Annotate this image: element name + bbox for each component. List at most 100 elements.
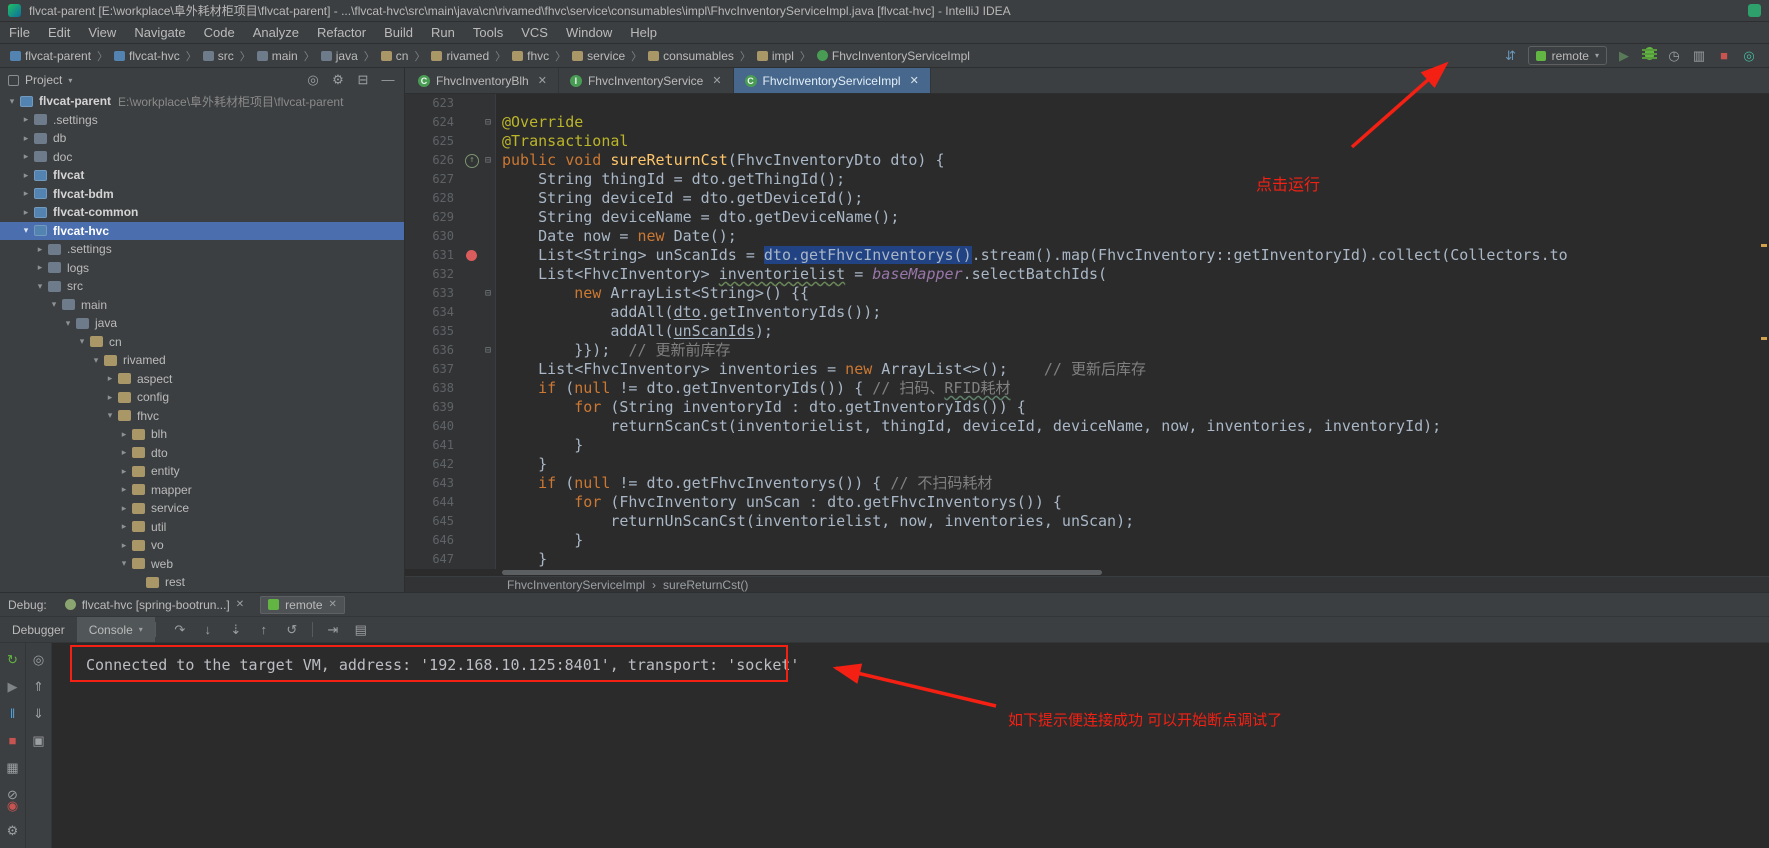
tree-item-flvcat[interactable]: ▸ flvcat [0, 166, 404, 185]
line-number[interactable]: 641 [405, 436, 463, 455]
line-number[interactable]: 647 [405, 550, 463, 569]
code-line-640[interactable]: 640 returnScanCst(inventorielist, thingI… [405, 417, 1769, 436]
tree-item-vo[interactable]: ▸ vo [0, 536, 404, 555]
tree-item-flvcat-common[interactable]: ▸ flvcat-common [0, 203, 404, 222]
tree-expanded-arrow[interactable]: ▾ [104, 410, 116, 421]
editor-tab-FhvcInventoryService[interactable]: I FhvcInventoryService ✕ [559, 68, 734, 93]
tree-collapsed-arrow[interactable]: ▸ [20, 188, 32, 199]
fold-marker[interactable]: ⊟ [481, 151, 496, 170]
tree-item-entity[interactable]: ▸ entity [0, 462, 404, 481]
code-line-638[interactable]: 638 if (null != dto.getInventoryIds()) {… [405, 379, 1769, 398]
code-line-629[interactable]: 629 String deviceName = dto.getDeviceNam… [405, 208, 1769, 227]
override-icon[interactable] [463, 151, 481, 170]
breadcrumb-item-java[interactable]: java [320, 49, 358, 63]
code-line-634[interactable]: 634 addAll(dto.getInventoryIds()); [405, 303, 1769, 322]
step-into-icon[interactable]: ↓ [200, 622, 216, 638]
code-line-631[interactable]: 631 List<String> unScanIds = dto.getFhvc… [405, 246, 1769, 265]
scrollbar-thumb[interactable] [502, 570, 1102, 575]
line-number[interactable]: 635 [405, 322, 463, 341]
line-number[interactable]: 628 [405, 189, 463, 208]
breadcrumb-item-flvcat-parent[interactable]: flvcat-parent [10, 49, 91, 63]
tree-item-main[interactable]: ▾ main [0, 296, 404, 315]
breadcrumb-item-service[interactable]: service [572, 49, 625, 63]
profiler-icon[interactable]: ◷ [1666, 48, 1682, 64]
window-controls-icon[interactable] [1748, 4, 1761, 17]
tree-expanded-arrow[interactable]: ▾ [6, 96, 18, 107]
rerun-icon[interactable]: ↻ [7, 653, 18, 667]
line-number[interactable]: 646 [405, 531, 463, 550]
collapse-all-icon[interactable]: ⊟ [355, 72, 371, 88]
code-line-643[interactable]: 643 if (null != dto.getFhvcInventorys())… [405, 474, 1769, 493]
code-line-627[interactable]: 627 String thingId = dto.getThingId(); [405, 170, 1769, 189]
line-number[interactable]: 624 [405, 113, 463, 132]
tree-item-flvcat-parent[interactable]: ▾ flvcat-parent E:\workplace\阜外耗材柜项目\flvca… [0, 92, 404, 111]
hide-icon[interactable]: — [380, 72, 396, 88]
menu-refactor[interactable]: Refactor [308, 22, 375, 43]
tree-item-logs[interactable]: ▸ logs [0, 259, 404, 278]
tree-collapsed-arrow[interactable]: ▸ [118, 521, 130, 532]
tree-expanded-arrow[interactable]: ▾ [20, 225, 32, 236]
restore-layout-icon[interactable]: ▦ [6, 761, 18, 775]
menu-code[interactable]: Code [195, 22, 244, 43]
tree-item-aspect[interactable]: ▸ aspect [0, 370, 404, 389]
tree-item-mapper[interactable]: ▸ mapper [0, 481, 404, 500]
breadcrumb-item-flvcat-hvc[interactable]: flvcat-hvc [114, 49, 180, 63]
breakpoint-icon[interactable] [463, 246, 481, 265]
tree-item-.settings[interactable]: ▸ .settings [0, 111, 404, 130]
tree-item-java[interactable]: ▾ java [0, 314, 404, 333]
line-number[interactable]: 645 [405, 512, 463, 531]
code-line-642[interactable]: 642 } [405, 455, 1769, 474]
tree-item-flvcat-hvc[interactable]: ▾ flvcat-hvc [0, 221, 404, 240]
close-tab-icon[interactable]: ✕ [236, 599, 244, 610]
pause-icon[interactable]: ‖ [10, 707, 15, 721]
tree-collapsed-arrow[interactable]: ▸ [20, 170, 32, 181]
editor-breadcrumb-item[interactable]: FhvcInventoryServiceImpl [507, 578, 645, 592]
tree-expanded-arrow[interactable]: ▾ [62, 318, 74, 329]
tree-item-dto[interactable]: ▸ dto [0, 444, 404, 463]
tree-item-config[interactable]: ▸ config [0, 388, 404, 407]
tree-collapsed-arrow[interactable]: ▸ [118, 484, 130, 495]
tree-item-service[interactable]: ▸ service [0, 499, 404, 518]
tab-debugger[interactable]: Debugger [0, 617, 77, 642]
tree-collapsed-arrow[interactable]: ▸ [20, 207, 32, 218]
resume-icon[interactable]: ▶ [8, 680, 18, 694]
code-line-641[interactable]: 641 } [405, 436, 1769, 455]
tree-item-rest[interactable]: rest [0, 573, 404, 592]
editor-breadcrumb-item[interactable]: sureReturnCst() [663, 578, 748, 592]
show-execution-point-icon[interactable]: ◎ [33, 653, 44, 667]
menu-navigate[interactable]: Navigate [125, 22, 194, 43]
tree-item-blh[interactable]: ▸ blh [0, 425, 404, 444]
line-number[interactable]: 632 [405, 265, 463, 284]
menu-help[interactable]: Help [621, 22, 666, 43]
fold-marker[interactable]: ⊟ [481, 341, 496, 360]
tree-item-fhvc[interactable]: ▾ fhvc [0, 407, 404, 426]
step-out-icon[interactable]: ↑ [256, 622, 272, 638]
breadcrumb-item-cn[interactable]: cn [380, 49, 408, 63]
tree-expanded-arrow[interactable]: ▾ [90, 355, 102, 366]
build-icon[interactable]: ⇵ [1503, 48, 1519, 64]
breadcrumb-item-main[interactable]: main [256, 49, 298, 63]
code-line-637[interactable]: 637 List<FhvcInventory> inventories = ne… [405, 360, 1769, 379]
editor-tab-FhvcInventoryBlh[interactable]: C FhvcInventoryBlh ✕ [407, 68, 559, 93]
tree-expanded-arrow[interactable]: ▾ [48, 299, 60, 310]
tree-collapsed-arrow[interactable]: ▸ [34, 262, 46, 273]
tree-collapsed-arrow[interactable]: ▸ [118, 447, 130, 458]
close-tab-icon[interactable]: ✕ [538, 74, 547, 87]
code-line-639[interactable]: 639 for (String inventoryId : dto.getInv… [405, 398, 1769, 417]
warning-tick[interactable] [1761, 244, 1767, 247]
debug-session-tab-flvcat-hvc [spring-bootrun...][interactable]: flvcat-hvc [spring-bootrun...] ✕ [57, 596, 252, 614]
tree-expanded-arrow[interactable]: ▾ [118, 558, 130, 569]
code-line-626[interactable]: 626 ⊟ public void sureReturnCst(FhvcInvent… [405, 151, 1769, 170]
frame-up-icon[interactable]: ⇑ [33, 680, 44, 694]
line-number[interactable]: 639 [405, 398, 463, 417]
code-line-645[interactable]: 645 returnUnScanCst(inventorielist, now,… [405, 512, 1769, 531]
breadcrumb-item-rivamed[interactable]: rivamed [431, 49, 489, 63]
debug-console[interactable]: Connected to the target VM, address: '19… [52, 643, 1769, 848]
settings-icon[interactable]: ⚙ [7, 824, 19, 838]
menu-build[interactable]: Build [375, 22, 422, 43]
debug-icon[interactable] [1641, 47, 1657, 64]
tree-item-doc[interactable]: ▸ doc [0, 148, 404, 167]
line-number[interactable]: 631 [405, 246, 463, 265]
line-number[interactable]: 643 [405, 474, 463, 493]
locate-icon[interactable]: ◎ [305, 72, 321, 88]
